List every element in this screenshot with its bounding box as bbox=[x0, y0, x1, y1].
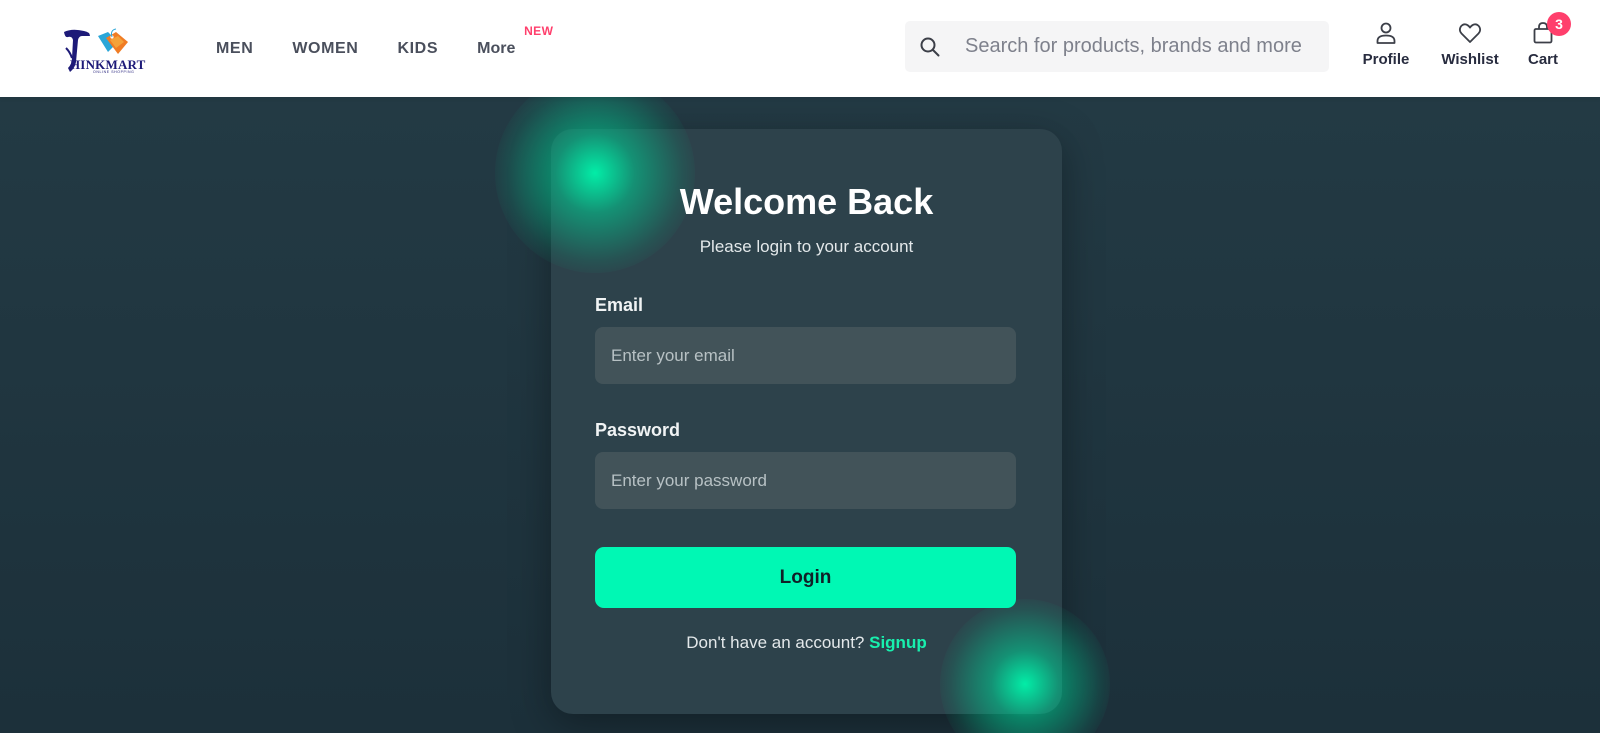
email-field[interactable] bbox=[595, 327, 1016, 384]
cart-count-badge: 3 bbox=[1547, 12, 1571, 36]
cart-label: Cart bbox=[1527, 51, 1558, 68]
login-form: Welcome Back Please login to your accoun… bbox=[551, 129, 1062, 714]
signup-prompt: Don't have an account? Signup bbox=[551, 633, 1062, 653]
login-title: Welcome Back bbox=[679, 181, 934, 222]
login-button[interactable]: Login bbox=[595, 547, 1016, 608]
password-label: Password bbox=[595, 420, 681, 440]
user-icon bbox=[1376, 22, 1396, 44]
login-subtitle: Please login to your account bbox=[699, 237, 914, 256]
email-label: Email bbox=[595, 295, 644, 315]
signup-prompt-text: Don't have an account? bbox=[686, 633, 865, 652]
cart-button[interactable]: Cart 3 bbox=[1526, 12, 1571, 68]
wishlist-button[interactable]: Wishlist bbox=[1440, 20, 1500, 68]
signup-link[interactable]: Signup bbox=[869, 633, 927, 652]
header-actions: Profile Wishlist Cart 3 bbox=[0, 12, 1600, 80]
password-field[interactable] bbox=[595, 452, 1016, 509]
profile-button[interactable]: Profile bbox=[1360, 20, 1412, 68]
login-page: Welcome Back Please login to your accoun… bbox=[0, 97, 1600, 733]
profile-label: Profile bbox=[1362, 51, 1410, 68]
wishlist-label: Wishlist bbox=[1441, 51, 1499, 68]
heart-icon bbox=[1458, 23, 1482, 43]
site-header: HINKMART ONLINE SHOPPING MEN WOMEN KIDS … bbox=[0, 0, 1600, 97]
